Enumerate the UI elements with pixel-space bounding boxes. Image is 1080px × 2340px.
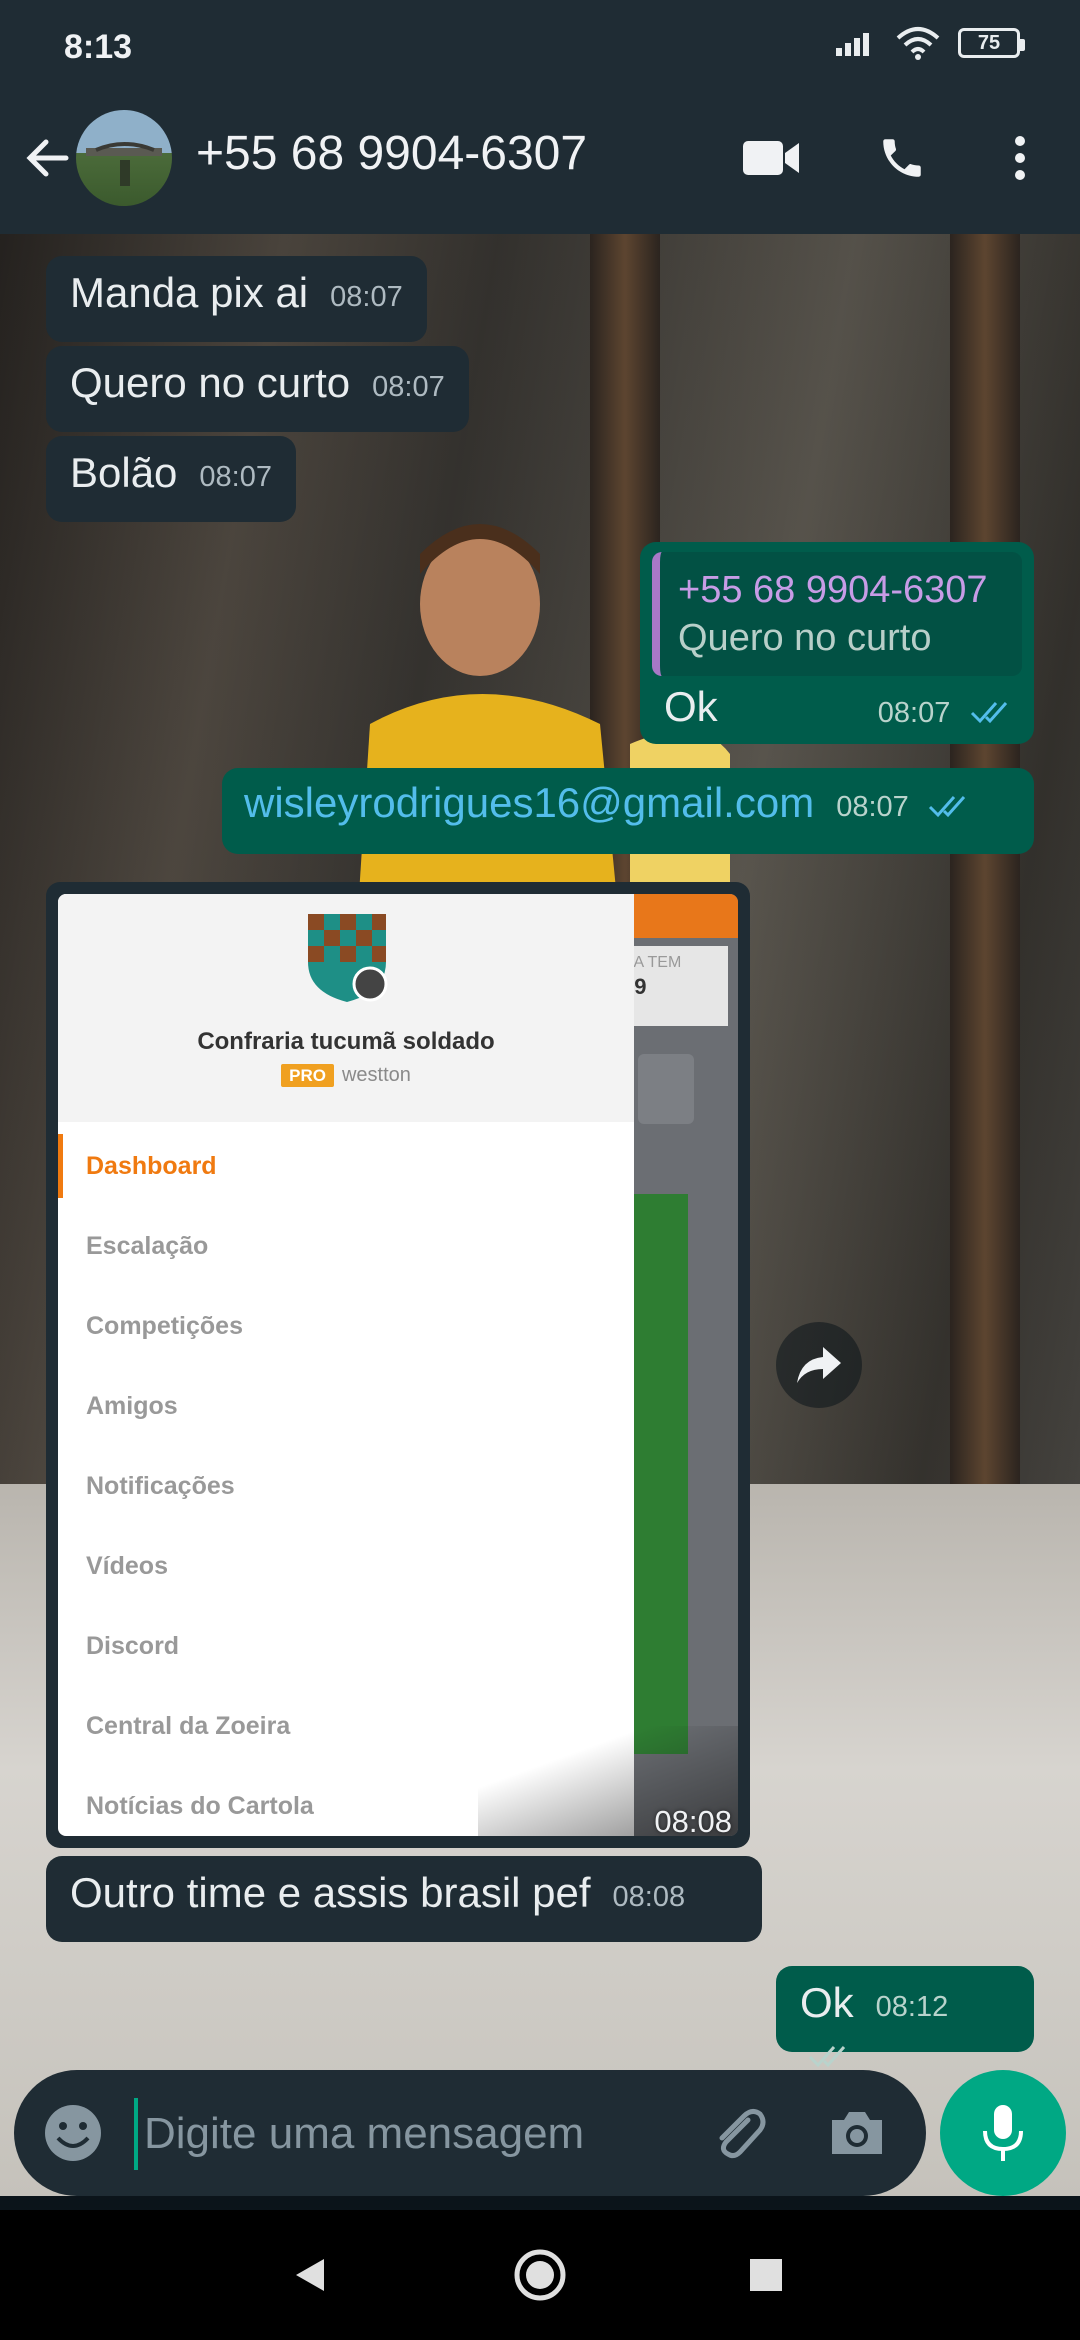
message-outgoing-reply[interactable]: +55 68 9904-6307 Quero no curto Ok 08:07 [640,542,1034,744]
pro-badge: PRO [281,1064,334,1087]
image-app-card: DA TEM 59 [618,946,728,1026]
nav-back-button[interactable] [282,2245,342,2305]
message-time: 08:07 [199,461,272,493]
image-app-header [618,894,738,938]
drawer-item-dashboard: Dashboard [58,1134,634,1198]
chat-header: +55 68 9904-6307 [0,80,1080,234]
system-nav-bar [0,2210,1080,2340]
contact-name[interactable]: +55 68 9904-6307 [196,126,587,181]
mic-icon [983,2105,1023,2161]
team-crest-icon [308,914,388,1002]
team-username: westton [341,1064,411,1086]
nav-home-icon [514,2249,566,2301]
message-incoming[interactable]: Manda pix ai 08:07 [46,256,427,342]
status-icons: 75 [834,26,1025,60]
message-text: Outro time e assis brasil pef [70,1869,591,1916]
drawer-item-discord: Discord [86,1632,180,1660]
back-arrow-icon[interactable] [18,128,78,188]
image-app-value: 59 [622,974,647,999]
message-incoming-image[interactable]: DA TEM 59 Confraria tucumã soldado PRO w… [46,882,750,1848]
message-time: 08:07 [330,281,403,313]
message-text: Ok [800,1979,854,2026]
read-ticks-icon [970,701,1008,724]
message-time: 08:07 [836,791,909,823]
status-time: 8:13 [64,28,133,66]
drawer-item-competicoes: Competições [86,1312,243,1340]
image-drawer: Confraria tucumã soldado PRO westton Dash… [58,894,634,1836]
attach-icon[interactable] [708,2102,770,2164]
camera-icon[interactable] [826,2102,888,2164]
wallpaper-pillar [950,234,1020,1534]
forward-icon [797,1347,841,1383]
image-preview[interactable]: DA TEM 59 Confraria tucumã soldado PRO w… [58,894,738,1836]
message-time: 08:08 [654,1804,732,1839]
message-text: Manda pix ai [70,269,309,316]
drawer-item-escalacao: Escalação [86,1232,209,1260]
nav-recents-icon [750,2259,782,2291]
message-input[interactable] [134,2098,706,2170]
drawer-item-amigos: Amigos [86,1392,178,1420]
message-outgoing[interactable]: Ok 08:12 [776,1966,1034,2068]
message-time: 08:07 [372,371,445,403]
image-app-label: DA TEM [622,954,682,971]
battery-indicator: 75 [958,28,1025,58]
drawer-header: Confraria tucumã soldado PRO westton [58,894,634,1122]
message-time: 08:08 [612,1881,686,1913]
signal-icon [836,33,869,56]
quoted-message[interactable]: +55 68 9904-6307 Quero no curto [652,552,1022,676]
message-text: Quero no curto [70,359,351,406]
wifi-icon [896,27,940,60]
nav-home-button[interactable] [510,2245,570,2305]
message-incoming[interactable]: Quero no curto 08:07 [46,346,469,432]
emoji-icon[interactable] [42,2102,104,2164]
quoted-text: Quero no curto [678,617,932,659]
image-app-clipboard [638,1054,694,1124]
message-incoming[interactable]: Outro time e assis brasil pef 08:08 [46,1856,762,1942]
more-options-button[interactable] [980,118,1060,198]
more-vert-icon [1015,136,1025,180]
message-text: Ok [664,683,718,730]
delivered-ticks-icon [808,2045,846,2068]
message-incoming[interactable]: Bolão 08:07 [46,436,296,522]
video-call-icon [743,141,799,175]
read-ticks-icon [929,795,966,818]
mic-button[interactable] [940,2070,1066,2196]
team-user: PRO westton [58,1064,634,1087]
forward-button[interactable] [776,1322,862,1408]
nav-recents-button[interactable] [736,2245,796,2305]
drawer-item-videos: Vídeos [86,1552,168,1580]
phone-icon [883,139,921,177]
chat-area[interactable]: Manda pix ai 08:07 Quero no curto 08:07 Bo… [0,234,1080,2196]
nav-back-icon [296,2259,324,2291]
drawer-item-notificacoes: Notificações [86,1472,235,1500]
video-call-button[interactable] [732,118,812,198]
quoted-sender: +55 68 9904-6307 [678,569,988,611]
message-time: 08:12 [875,1991,949,2023]
message-outgoing[interactable]: wisleyrodrigues16@gmail.com 08:07 [222,768,1034,854]
message-link[interactable]: wisleyrodrigues16@gmail.com [244,779,814,826]
image-app-background: DA TEM 59 [618,894,738,1836]
team-name: Confraria tucumã soldado [197,1028,495,1055]
message-time: 08:07 [877,697,951,729]
message-text: Bolão [70,449,178,496]
voice-call-button[interactable] [862,118,942,198]
message-composer [14,2070,926,2196]
status-bar: 8:13 75 [0,0,1080,80]
contact-avatar[interactable] [76,110,172,206]
avatar-photo [86,142,162,186]
